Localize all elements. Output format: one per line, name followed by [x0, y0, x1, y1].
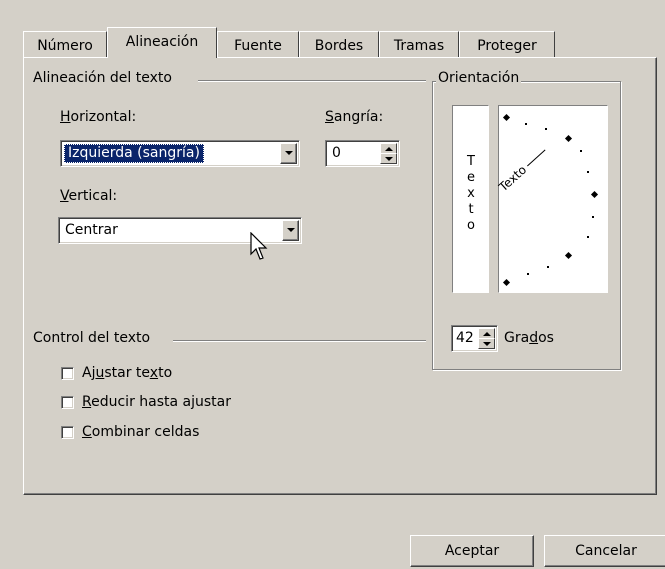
dial-marker-icon [564, 251, 573, 260]
dial-dot [547, 266, 549, 268]
merge-cells-label[interactable]: Combinar celdas [82, 424, 199, 440]
indent-spinner[interactable]: 0 [325, 140, 400, 167]
orientation-group-title: Orientación [436, 70, 522, 86]
merge-cells-checkbox[interactable] [61, 426, 74, 439]
orientation-dial[interactable]: Texto [496, 105, 608, 293]
horizontal-dropdown-button[interactable] [280, 143, 297, 164]
text-control-group-line [173, 340, 426, 342]
dial-dot [587, 236, 589, 238]
shrink-to-fit-checkbox[interactable] [61, 396, 74, 409]
text-control-group-title: Control del texto [33, 330, 151, 346]
horizontal-select-value: Izquierda (sangría) [64, 144, 204, 163]
vertical-letter: T [467, 154, 475, 169]
dial-dot [525, 123, 527, 125]
vertical-dropdown-button[interactable] [282, 220, 299, 241]
orientation-rotated-text: Texto [496, 130, 565, 194]
dial-marker-icon [564, 134, 573, 143]
vertical-letter: t [468, 202, 474, 217]
vertical-label: Vertical: [60, 188, 118, 204]
dial-dot [587, 171, 589, 173]
dial-marker-icon [590, 190, 599, 199]
vertical-text-box[interactable]: T e x t o [452, 105, 489, 293]
indent-value: 0 [332, 145, 341, 161]
degrees-down-button[interactable] [478, 338, 495, 349]
degrees-value: 42 [456, 330, 474, 346]
vertical-select-value: Centrar [65, 222, 118, 238]
horizontal-label: Horizontal: [60, 109, 137, 125]
indent-down-button[interactable] [380, 153, 397, 164]
dial-marker-icon [502, 278, 511, 287]
dial-dot [545, 128, 547, 130]
shrink-to-fit-label[interactable]: Reducir hasta ajustar [82, 394, 231, 410]
alignment-group-line [198, 80, 426, 82]
cancel-button[interactable]: Cancelar [544, 535, 665, 567]
horizontal-select[interactable]: Izquierda (sangría) [60, 140, 300, 167]
vertical-letter: o [467, 218, 475, 233]
dial-dot [527, 273, 529, 275]
dial-marker-icon [502, 113, 511, 122]
alignment-group-title: Alineación del texto [33, 70, 172, 86]
degrees-spinner[interactable]: 42 [451, 325, 498, 352]
vertical-letter: x [467, 186, 475, 201]
vertical-letter: e [467, 170, 475, 185]
horizontal-label-rest: orizontal: [70, 109, 137, 125]
ok-button[interactable]: Aceptar [410, 535, 534, 567]
wrap-text-checkbox[interactable] [61, 367, 74, 380]
mouse-pointer-icon [250, 232, 268, 260]
dial-dot [580, 150, 582, 152]
indent-label: Sangría: [325, 109, 384, 125]
dial-dot [592, 216, 594, 218]
wrap-text-label[interactable]: Ajustar texto [82, 365, 172, 381]
degrees-label: Grados [504, 330, 554, 346]
